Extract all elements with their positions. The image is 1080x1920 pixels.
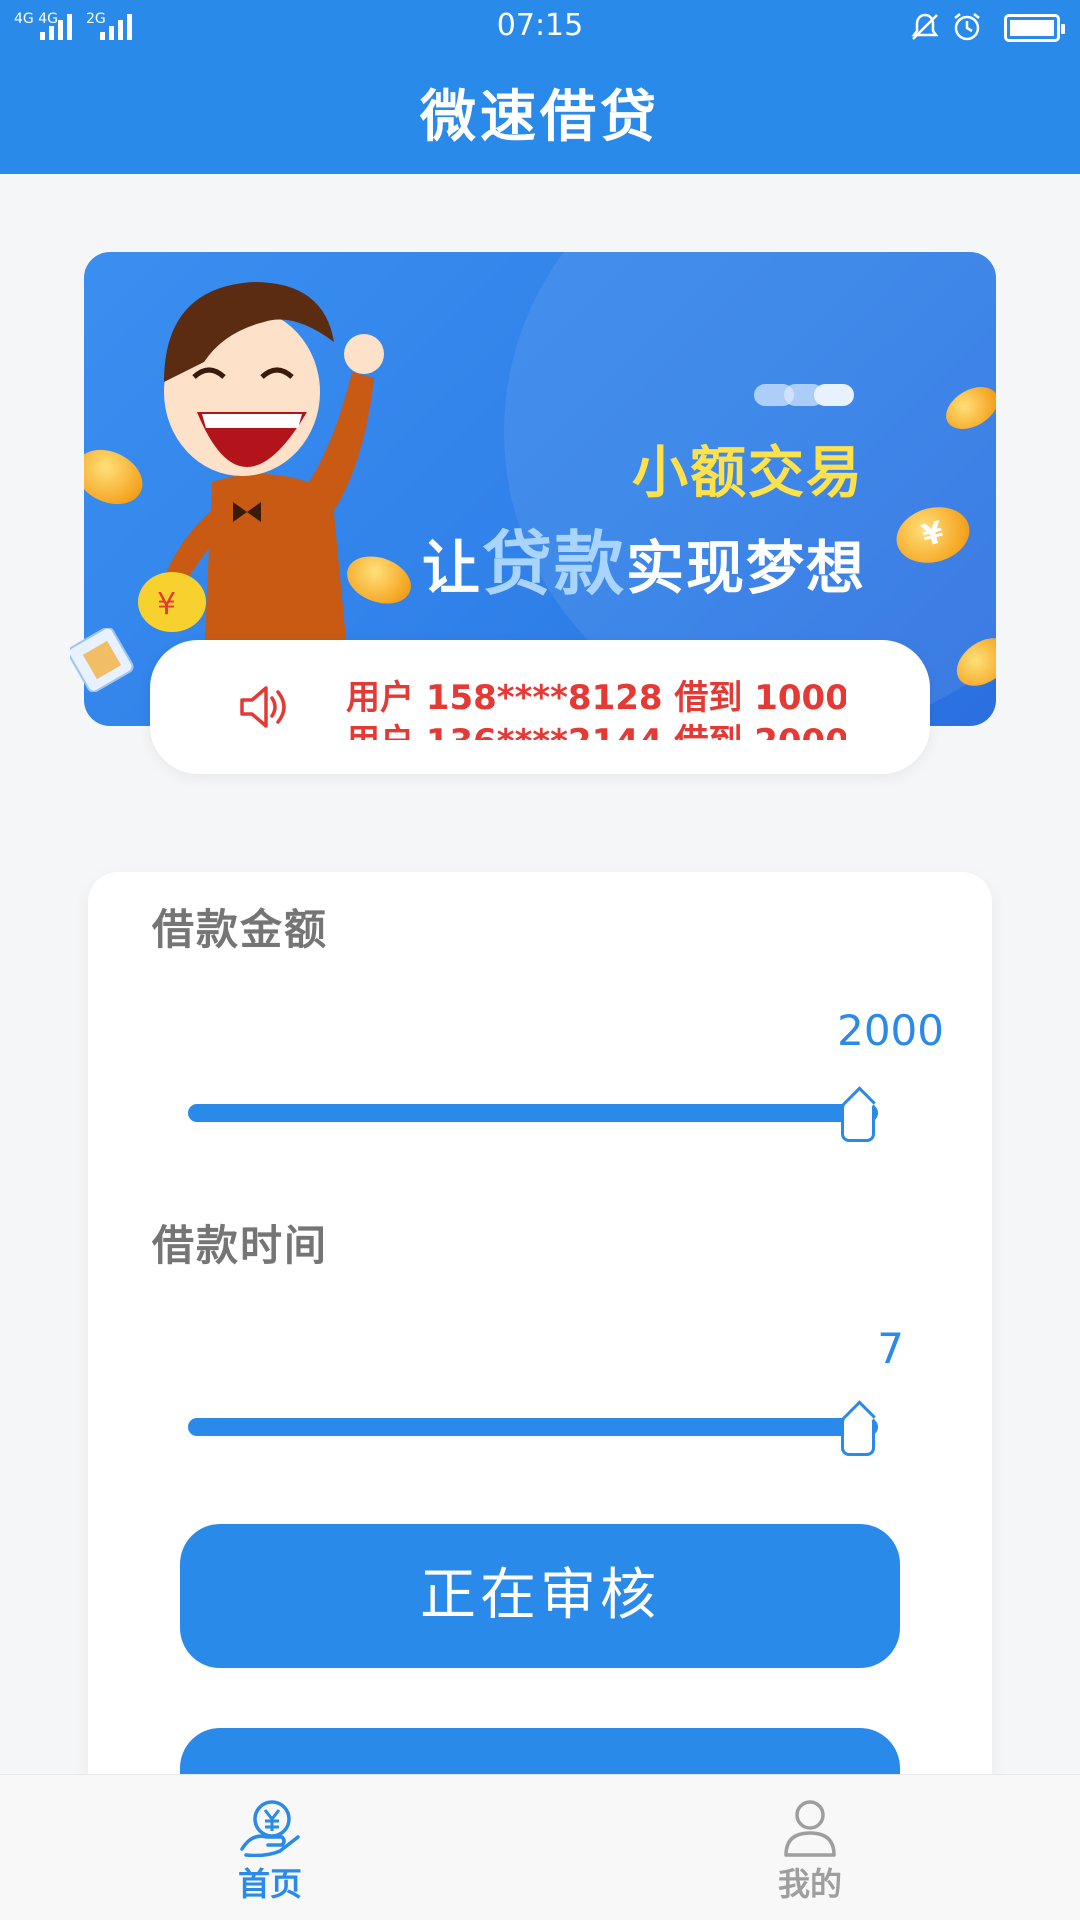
speaker-icon	[240, 686, 286, 728]
term-label: 借款时间	[152, 1221, 329, 1270]
review-status-button[interactable]: 正在审核	[180, 1524, 900, 1668]
banner-pager-dots	[754, 384, 854, 406]
ticker-line: 用户 158****8128 借到 10000…	[346, 678, 846, 718]
battery-icon	[1004, 14, 1065, 42]
ticker-lines: 用户 158****8128 借到 10000… 用户 136****2144 …	[346, 676, 846, 740]
svg-text:¥: ¥	[157, 587, 176, 622]
banner-slogan-line1: 小额交易	[632, 441, 864, 506]
user-icon	[784, 1800, 836, 1857]
tab-home[interactable]: 首页	[170, 1799, 370, 1905]
alarm-icon	[954, 13, 980, 41]
tab-mine[interactable]: 我的	[710, 1799, 910, 1905]
amount-slider-thumb[interactable]	[840, 1100, 875, 1142]
term-slider-thumb[interactable]	[840, 1414, 875, 1456]
amount-label: 借款金额	[152, 905, 329, 954]
term-slider-track[interactable]	[188, 1418, 878, 1436]
bottom-tab-bar: 首页 我的	[0, 1774, 1080, 1920]
ticker-line: 用户 136****2144 借到 2000 元	[346, 720, 846, 740]
loan-notice-ticker: 用户 158****8128 借到 10000… 用户 136****2144 …	[150, 640, 930, 774]
calculator-icon	[70, 628, 134, 692]
app-header: 4G 4G 2G 07:15 微速借贷	[0, 0, 1080, 174]
app-screen: 4G 4G 2G 07:15 微速借贷 ¥ ¥ 小额交易 让贷款实现梦想 用户 …	[0, 0, 1080, 1920]
amount-slider-track[interactable]	[188, 1104, 878, 1122]
tab-home-label: 首页	[237, 1865, 302, 1903]
term-value: 7	[877, 1324, 904, 1373]
status-bar: 4G 4G 2G 07:15	[0, 0, 1080, 54]
amount-value: 2000	[837, 1006, 944, 1055]
yen-hand-icon	[240, 1800, 300, 1857]
tab-mine-label: 我的	[777, 1865, 842, 1903]
banner-slogan-line2: 让贷款实现梦想	[421, 523, 866, 605]
mute-bell-icon	[911, 13, 939, 40]
loan-form-card: 借款金额 2000 借款时间 7 正在审核	[88, 872, 992, 1920]
page-title: 微速借贷	[420, 85, 660, 150]
